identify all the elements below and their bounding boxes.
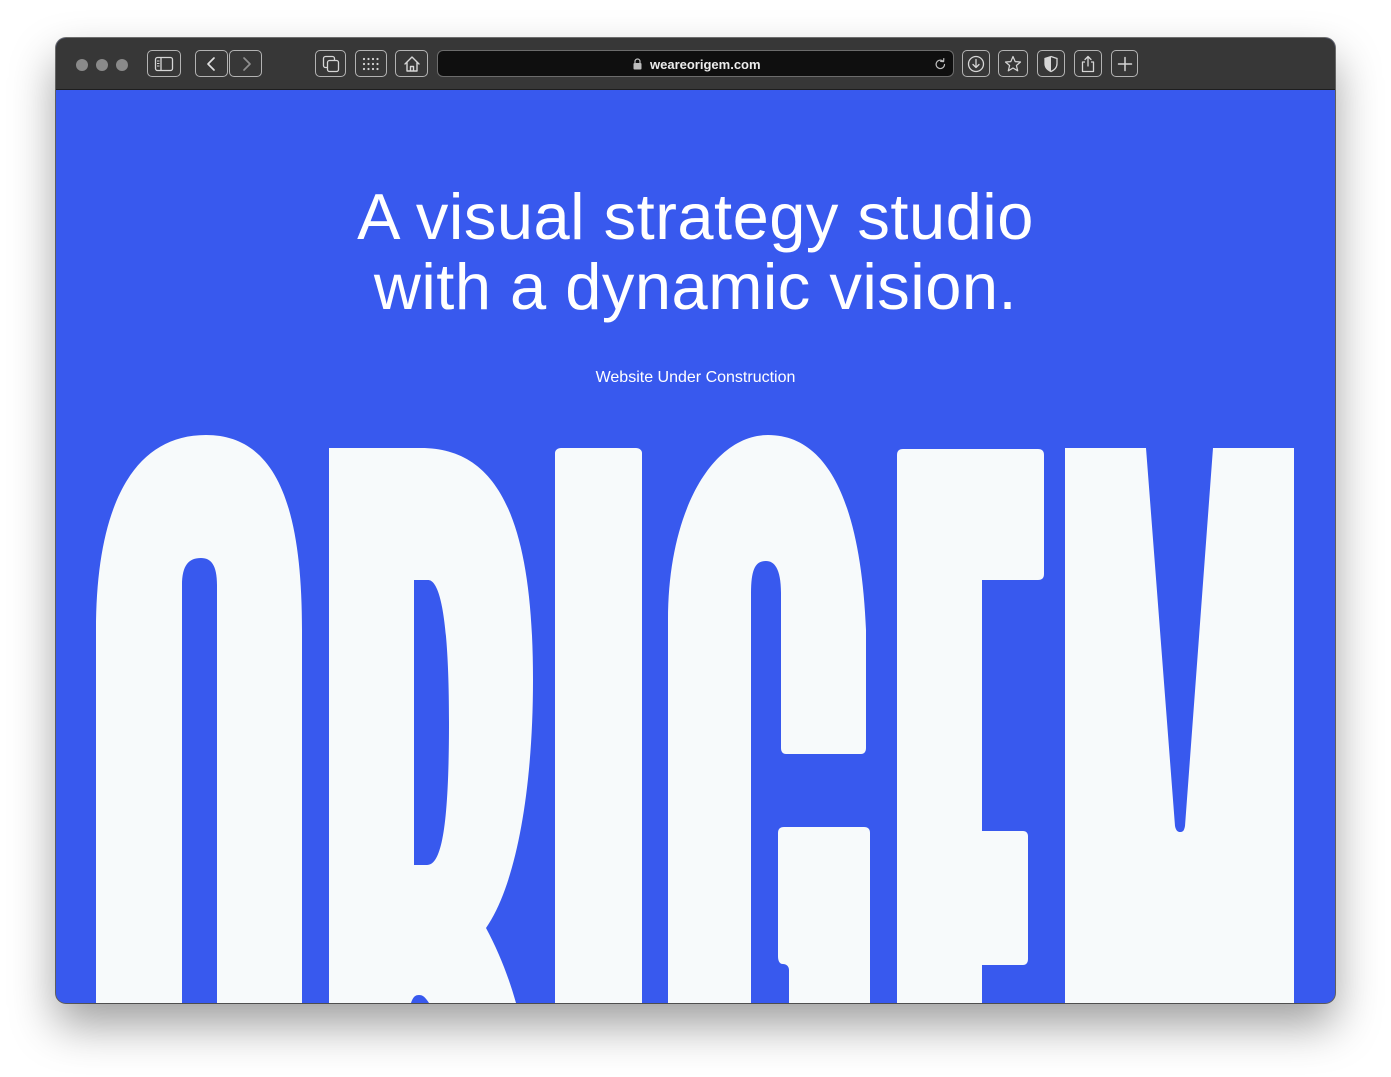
wordmark-letter-e bbox=[897, 449, 1044, 1003]
address-bar[interactable]: weareorigem.com bbox=[437, 50, 954, 77]
reload-icon[interactable] bbox=[934, 57, 947, 71]
star-icon bbox=[1004, 55, 1022, 71]
grid-button[interactable] bbox=[355, 50, 387, 77]
download-icon bbox=[967, 55, 985, 72]
browser-window: weareorigem.com A visual strategy studio… bbox=[56, 38, 1335, 1003]
sidebar-button[interactable] bbox=[147, 50, 181, 77]
tab-overview-button[interactable] bbox=[315, 50, 346, 77]
wordmark-letter-r bbox=[329, 448, 533, 1003]
wordmark-letter-m bbox=[1065, 448, 1294, 1003]
home-button[interactable] bbox=[395, 50, 428, 77]
share-icon bbox=[1081, 55, 1095, 72]
url-text: weareorigem.com bbox=[650, 57, 761, 72]
plus-icon bbox=[1117, 56, 1132, 71]
shield-icon bbox=[1044, 55, 1058, 72]
grid-icon bbox=[362, 57, 379, 70]
page-content: A visual strategy studio with a dynamic … bbox=[56, 90, 1335, 1003]
new-tab-button[interactable] bbox=[1111, 50, 1138, 77]
forward-button[interactable] bbox=[229, 50, 262, 77]
bookmark-button[interactable] bbox=[998, 50, 1028, 77]
tab-overview-icon bbox=[322, 55, 339, 72]
chevron-right-icon bbox=[242, 56, 251, 71]
wordmark-letter-o bbox=[96, 435, 302, 1003]
share-button[interactable] bbox=[1074, 50, 1102, 77]
downloads-button[interactable] bbox=[962, 50, 990, 77]
lock-icon bbox=[633, 58, 642, 70]
chevron-left-icon bbox=[206, 56, 215, 71]
browser-toolbar: weareorigem.com bbox=[56, 38, 1335, 90]
privacy-button[interactable] bbox=[1037, 50, 1065, 77]
wordmark-letter-i bbox=[555, 448, 642, 1003]
zoom-window-button[interactable] bbox=[116, 59, 128, 71]
minimize-window-button[interactable] bbox=[96, 59, 108, 71]
back-button[interactable] bbox=[195, 50, 228, 77]
close-window-button[interactable] bbox=[76, 59, 88, 71]
home-icon bbox=[403, 55, 420, 72]
origem-wordmark bbox=[96, 435, 1294, 1003]
wordmark-letter-g bbox=[668, 435, 870, 1003]
sidebar-icon bbox=[154, 56, 174, 71]
